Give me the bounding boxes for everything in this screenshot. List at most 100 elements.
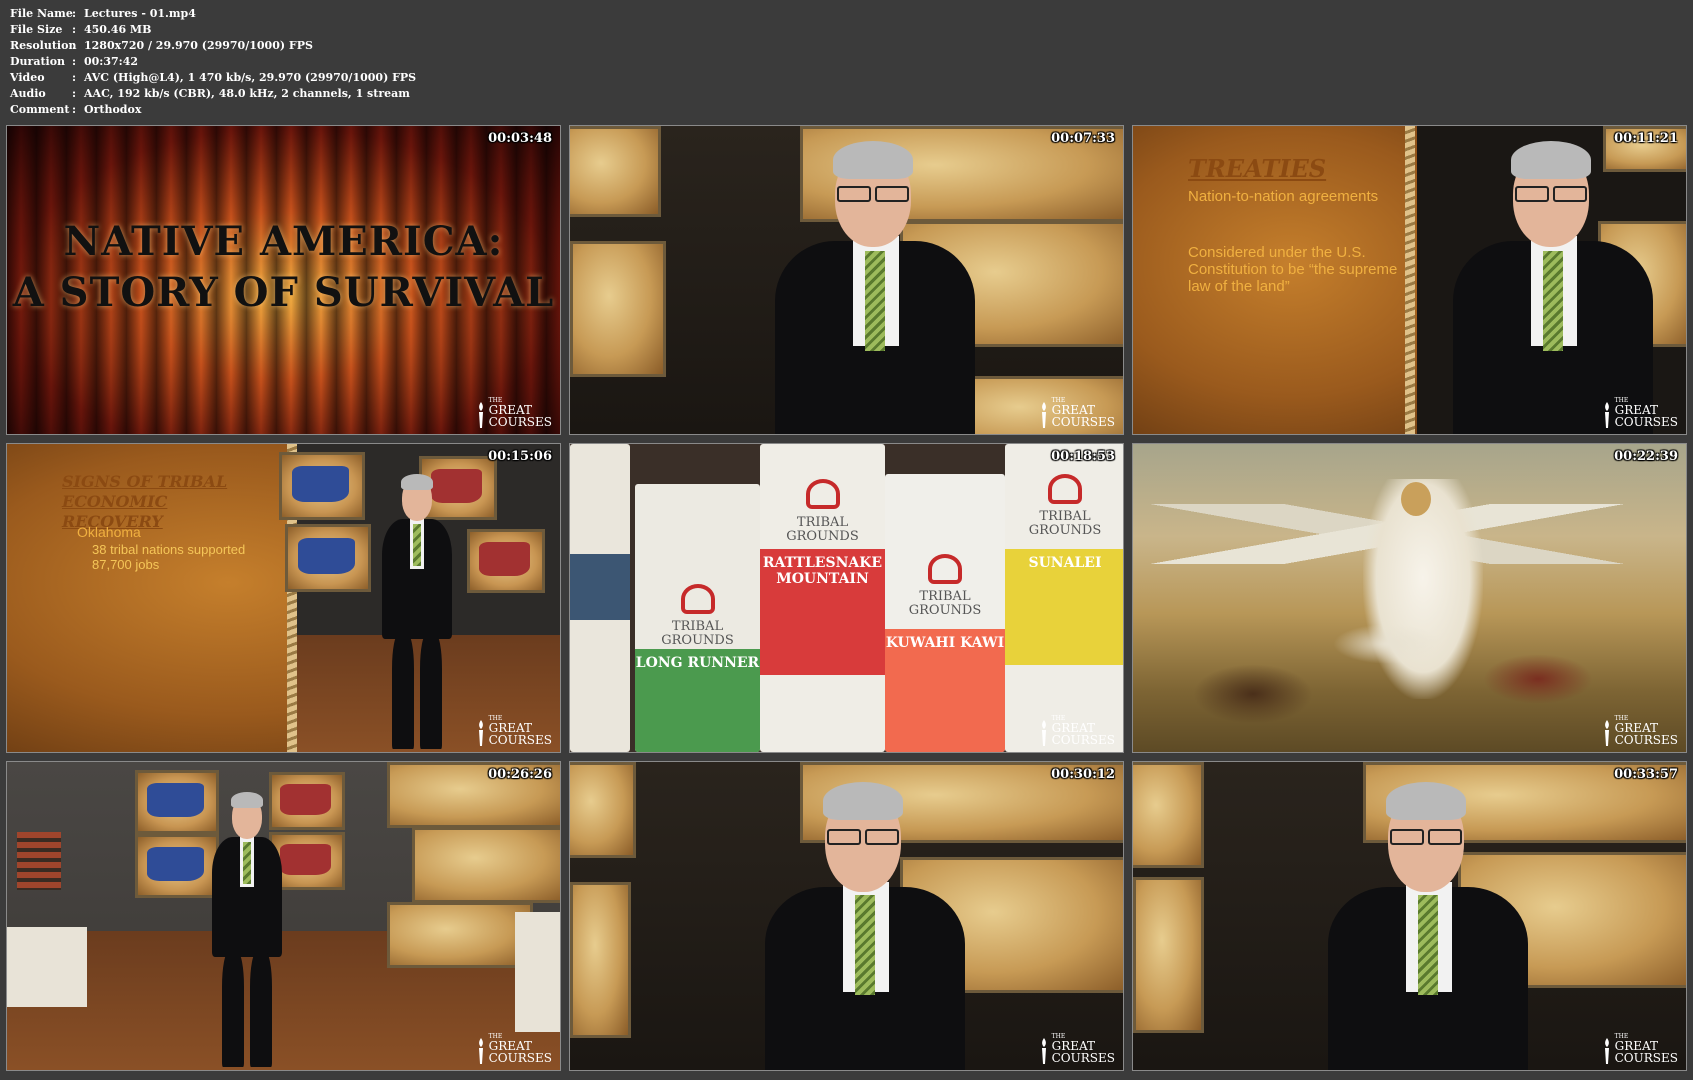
map-panel [1133, 877, 1204, 1033]
meta-label: File Name [10, 7, 73, 20]
meta-label: Audio [10, 87, 46, 100]
figure-head [1401, 482, 1431, 516]
meta-label: Comment [10, 103, 70, 116]
logo-courses: COURSES [488, 733, 552, 747]
torch-icon [1041, 720, 1046, 746]
meta-separator: : [72, 39, 77, 52]
coffee-bag [570, 444, 630, 752]
pedestal [515, 912, 560, 1032]
meta-separator: : [72, 55, 77, 68]
map-panel [570, 762, 636, 858]
logo-courses: COURSES [1614, 733, 1678, 747]
meta-label: Duration [10, 55, 66, 68]
timestamp: 00:18:53 [1051, 449, 1115, 464]
torch-icon [1041, 402, 1046, 428]
bag-label: KUWAHI KAWI [885, 629, 1005, 752]
meta-value: Orthodox [84, 103, 142, 116]
meta-label: Resolution [10, 39, 77, 52]
stagecoach [1483, 654, 1593, 704]
thumbnail-1[interactable]: NATIVE AMERICA: A STORY OF SURVIVAL 00:0… [6, 125, 561, 435]
presenter [775, 141, 975, 434]
meta-label: File Size [10, 23, 63, 36]
video-row: Video : AVC (High@L4), 1 470 kb/s, 29.97… [10, 70, 416, 86]
slide-bullet: Nation-to-nation agreements [1188, 188, 1379, 205]
torch-icon [478, 402, 483, 428]
map-panel [412, 827, 560, 903]
timestamp: 00:11:21 [1614, 131, 1678, 146]
meta-value: Lectures - 01.mp4 [84, 7, 196, 20]
meta-separator: : [72, 87, 77, 100]
torch-icon [1041, 1038, 1046, 1064]
resolution-row: Resolution : 1280x720 / 29.970 (29970/10… [10, 38, 416, 54]
meta-value: AVC (High@L4), 1 470 kb/s, 29.970 (29970… [84, 71, 417, 84]
torch-icon [1604, 402, 1609, 428]
title-line-1: NATIVE AMERICA: [63, 218, 504, 265]
rug [17, 832, 61, 890]
map-panel [570, 126, 661, 217]
bag-brand: TRIBAL GROUNDS [1028, 509, 1102, 538]
coffee-bag: TRIBAL GROUNDS SUNALEI [1005, 444, 1123, 752]
great-courses-logo: THE GREAT COURSES [1039, 397, 1115, 428]
timestamp: 00:33:57 [1614, 767, 1678, 782]
torch-icon [478, 720, 483, 746]
presenter [1328, 777, 1528, 1070]
timestamp: 00:03:48 [488, 131, 552, 146]
rope-border [1405, 126, 1415, 434]
bag-brand: TRIBAL GROUNDS [786, 515, 859, 544]
timestamp: 00:07:33 [1051, 131, 1115, 146]
great-courses-logo: THE GREAT COURSES [476, 397, 552, 428]
meta-value: 1280x720 / 29.970 (29970/1000) FPS [84, 39, 313, 52]
timestamp: 00:26:26 [488, 767, 552, 782]
timestamp: 00:15:06 [488, 449, 552, 464]
map-panel [387, 902, 533, 968]
great-courses-logo: THE GREAT COURSES [476, 1033, 552, 1064]
map-panel [570, 241, 666, 377]
coffee-bag: TRIBAL GROUNDS RATTLESNAKE MOUNTAIN [760, 444, 885, 752]
usa-map [285, 524, 371, 592]
file-name-row: File Name : Lectures - 01.mp4 [10, 6, 416, 22]
coffee-bag: TRIBAL GROUNDS KUWAHI KAWI [885, 474, 1005, 752]
comment-row: Comment : Orthodox [10, 102, 416, 118]
slide-bullet: Considered under the U.S. Constitution t… [1188, 244, 1398, 295]
title-card: NATIVE AMERICA: A STORY OF SURVIVAL [7, 218, 560, 316]
meta-separator: : [72, 71, 77, 84]
coffee-bag: TRIBAL GROUNDS LONG RUNNER [635, 484, 760, 752]
presenter [202, 782, 292, 1070]
title-line-2: A STORY OF SURVIVAL [12, 269, 555, 316]
usa-map [467, 529, 545, 593]
logo-courses: COURSES [1614, 415, 1678, 429]
map-panel [570, 882, 631, 1038]
timestamp: 00:22:39 [1614, 449, 1678, 464]
thumbnail-8[interactable]: 00:30:12 THE GREAT COURSES [569, 761, 1124, 1071]
logo-courses: COURSES [1051, 1051, 1115, 1065]
meta-label: Video [10, 71, 45, 84]
presenter [765, 777, 965, 1070]
usa-map [279, 452, 365, 520]
riders [1193, 664, 1313, 724]
wagon [1333, 624, 1443, 664]
meta-value: 450.46 MB [84, 23, 152, 36]
great-courses-logo: THE GREAT COURSES [1039, 715, 1115, 746]
thumbnail-2[interactable]: 00:07:33 THE GREAT COURSES [569, 125, 1124, 435]
presenter [1453, 141, 1653, 434]
logo-courses: COURSES [488, 415, 552, 429]
thumbnail-5[interactable]: TRIBAL GROUNDS LONG RUNNER TRIBAL GROUND… [569, 443, 1124, 753]
slide-bullet: Oklahoma [77, 524, 141, 540]
bag-label: LONG RUNNER [635, 649, 760, 752]
thumbnail-3[interactable]: TREATIES Nation-to-nation agreements Con… [1132, 125, 1687, 435]
meta-value: 00:37:42 [84, 55, 139, 68]
great-courses-logo: THE GREAT COURSES [476, 715, 552, 746]
thumbnail-6[interactable]: 00:22:39 THE GREAT COURSES [1132, 443, 1687, 753]
thumbnail-9[interactable]: 00:33:57 THE GREAT COURSES [1132, 761, 1687, 1071]
file-size-row: File Size : 450.46 MB [10, 22, 416, 38]
thumbnail-4[interactable]: SIGNS OF TRIBAL ECONOMIC RECOVERY Oklaho… [6, 443, 561, 753]
duration-row: Duration : 00:37:42 [10, 54, 416, 70]
logo-courses: COURSES [1051, 733, 1115, 747]
slide-title: SIGNS OF TRIBAL ECONOMIC RECOVERY [62, 472, 228, 531]
torch-icon [1604, 720, 1609, 746]
file-info: File Name : Lectures - 01.mp4 File Size … [10, 6, 416, 118]
logo-courses: COURSES [1614, 1051, 1678, 1065]
great-courses-logo: THE GREAT COURSES [1039, 1033, 1115, 1064]
meta-separator: : [72, 23, 77, 36]
thumbnail-7[interactable]: 00:26:26 THE GREAT COURSES [6, 761, 561, 1071]
